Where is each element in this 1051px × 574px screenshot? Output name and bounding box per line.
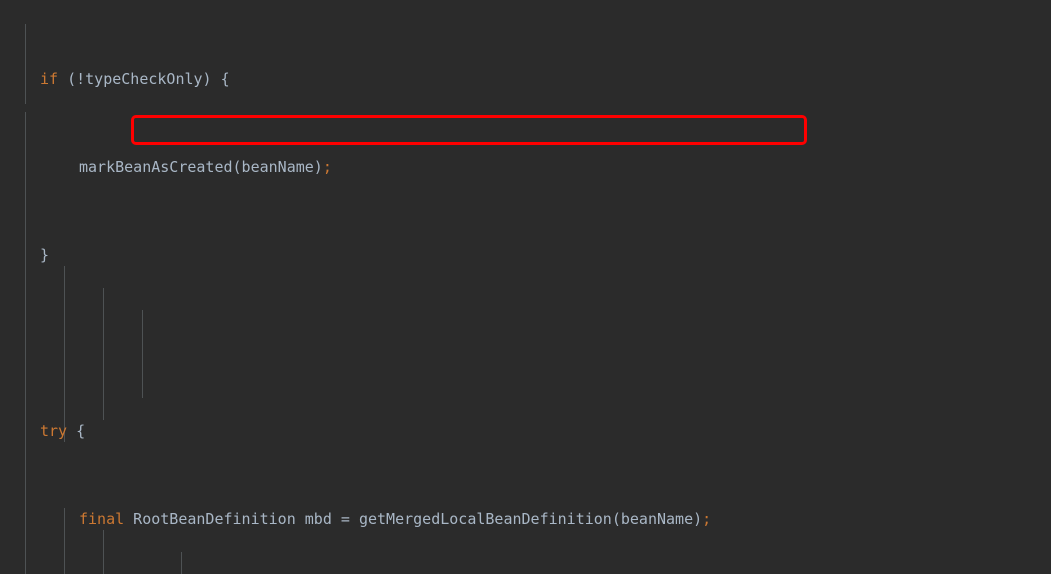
indent-guide	[103, 530, 104, 574]
keyword-try: try	[40, 422, 68, 440]
code-line-highlighted[interactable]: final RootBeanDefinition mbd = getMerged…	[0, 508, 1051, 530]
keyword-final: final	[79, 510, 125, 528]
code-line[interactable]: }	[0, 244, 1051, 266]
declaration-mbd: RootBeanDefinition mbd = getMergedLocalB…	[124, 510, 703, 528]
code-line-blank[interactable]	[0, 332, 1051, 354]
keyword-if: if	[40, 70, 59, 88]
code-editor-view[interactable]: if (!typeCheckOnly) { markBeanAsCreated(…	[0, 0, 1051, 574]
code-line[interactable]: markBeanAsCreated(beanName);	[0, 156, 1051, 178]
indent-guide	[64, 266, 65, 442]
code-text-surface[interactable]: if (!typeCheckOnly) { markBeanAsCreated(…	[0, 2, 1051, 574]
code-line[interactable]: if (!typeCheckOnly) {	[0, 68, 1051, 90]
indent-guide	[103, 288, 104, 420]
indent-guide	[142, 310, 143, 398]
code-line[interactable]: try {	[0, 420, 1051, 442]
indent-guide	[181, 552, 182, 574]
indent-guide	[25, 24, 26, 104]
statement-mark-bean-as-created: markBeanAsCreated(beanName)	[79, 158, 323, 176]
